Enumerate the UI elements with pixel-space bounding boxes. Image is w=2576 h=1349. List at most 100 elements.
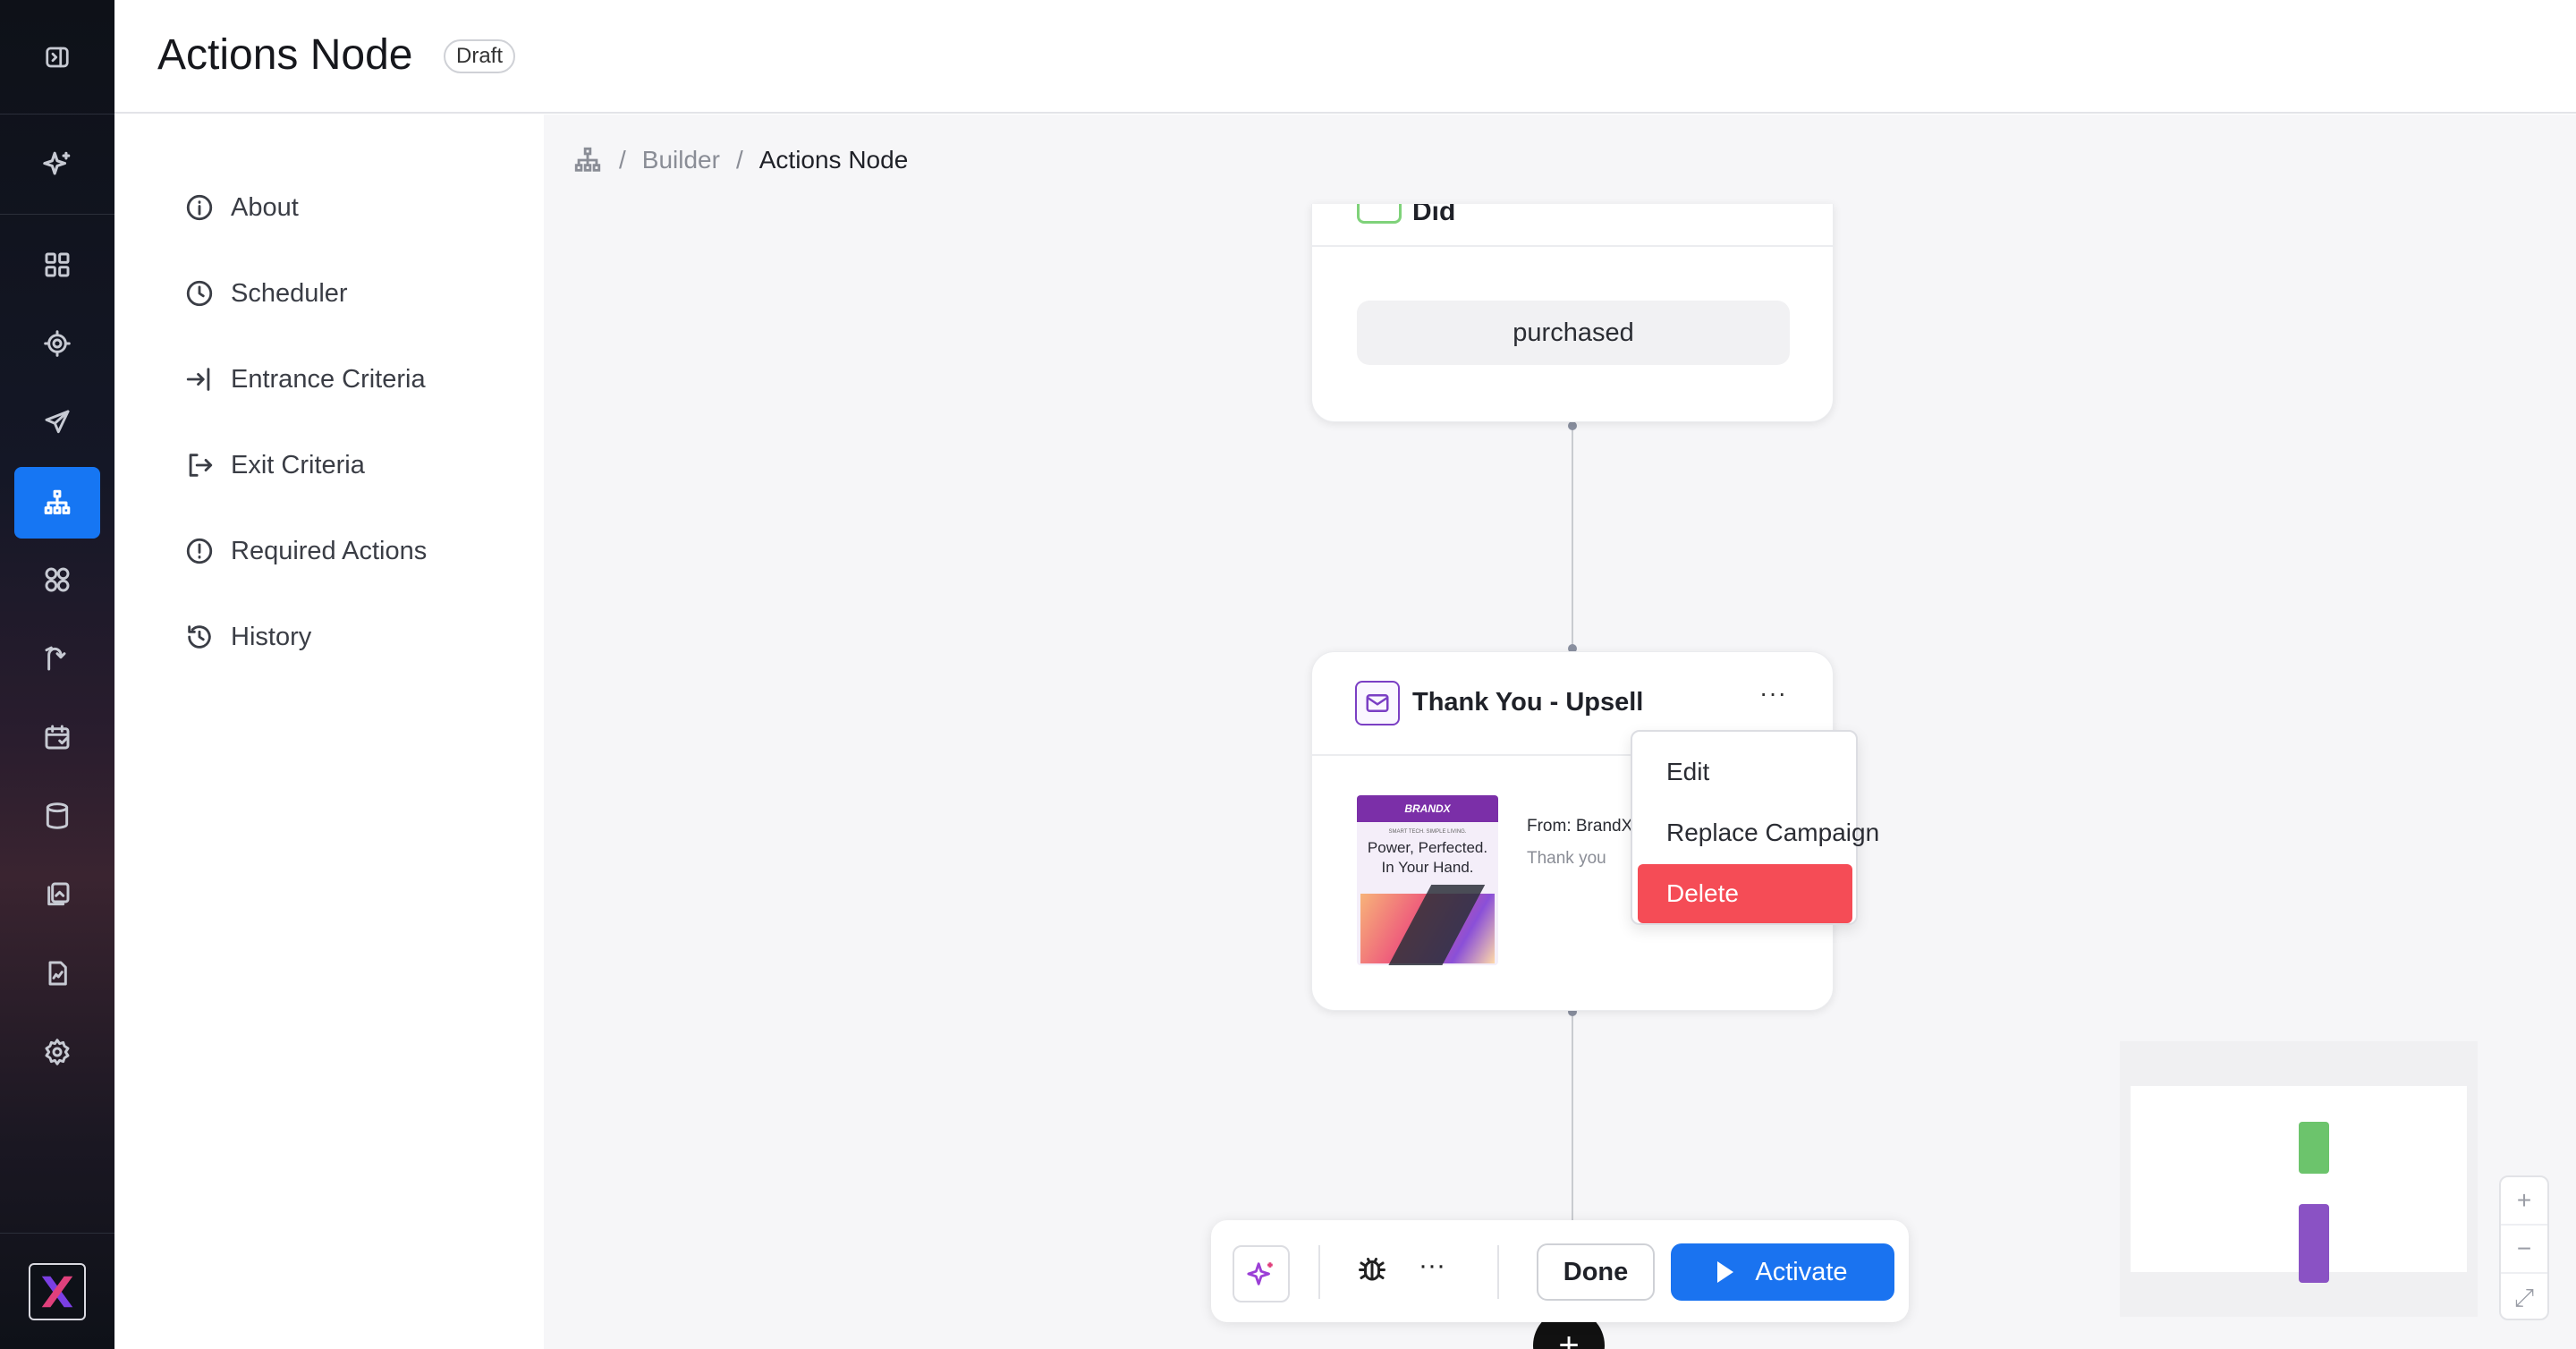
page-header: Actions Node Draft bbox=[114, 0, 2576, 114]
enter-icon bbox=[186, 368, 210, 391]
node-title: Thank You - Upsell bbox=[1412, 688, 1644, 717]
ai-sparkle-icon bbox=[43, 151, 71, 174]
settings-item-label: Entrance Criteria bbox=[231, 364, 426, 394]
segments-icon bbox=[45, 567, 70, 592]
workflow-icon bbox=[574, 147, 601, 172]
database-icon bbox=[46, 802, 69, 829]
edge-connector bbox=[1572, 1013, 1573, 1224]
minimap-node bbox=[2299, 1122, 2329, 1174]
nav-journeys[interactable] bbox=[14, 623, 100, 694]
minimap-viewport bbox=[2131, 1086, 2467, 1283]
thumbnail-headline-2: In Your Hand. bbox=[1381, 859, 1474, 876]
toolbar-divider bbox=[1497, 1245, 1499, 1299]
minimap-node bbox=[2299, 1204, 2329, 1283]
settings-item-scheduler[interactable]: Scheduler bbox=[184, 272, 348, 315]
product-image bbox=[1360, 894, 1495, 963]
settings-item-entrance-criteria[interactable]: Entrance Criteria bbox=[184, 358, 426, 401]
toolbar-divider bbox=[1318, 1245, 1320, 1299]
nav-segments[interactable] bbox=[14, 544, 100, 615]
send-icon bbox=[45, 410, 70, 434]
alert-icon bbox=[186, 538, 213, 564]
menu-item-replace-campaign[interactable]: Replace Campaign bbox=[1638, 803, 1879, 862]
email-from: From: BrandX bbox=[1527, 817, 1633, 836]
reports-icon bbox=[48, 961, 67, 986]
nav-assets[interactable] bbox=[14, 859, 100, 930]
settings-icon bbox=[45, 1039, 70, 1065]
nav-reports[interactable] bbox=[14, 938, 100, 1009]
settings-item-label: Required Actions bbox=[231, 536, 428, 565]
node-more-button[interactable]: ··· bbox=[1759, 679, 1787, 708]
zoom-out-button[interactable]: − bbox=[2501, 1226, 2547, 1274]
settings-item-label: About bbox=[231, 192, 299, 222]
node-header: Did bbox=[1312, 204, 1833, 247]
node-title: Did bbox=[1412, 204, 1456, 226]
nav-campaigns[interactable] bbox=[14, 386, 100, 458]
nav-settings[interactable] bbox=[14, 1016, 100, 1088]
settings-item-about[interactable]: About bbox=[184, 186, 299, 229]
assets-icon bbox=[47, 882, 70, 906]
more-options-button[interactable]: ··· bbox=[1419, 1251, 1445, 1281]
nav-targeting[interactable] bbox=[14, 308, 100, 379]
zoom-controls: + − ⤢ bbox=[2499, 1175, 2549, 1320]
dashboard-icon bbox=[45, 252, 70, 277]
edge-connector bbox=[1572, 426, 1573, 651]
nav-workflows[interactable] bbox=[14, 467, 100, 539]
journey-icon bbox=[45, 646, 66, 671]
nav-data[interactable] bbox=[14, 780, 100, 852]
thumbnail-brand: BRANDX bbox=[1357, 795, 1498, 822]
thumbnail-headline-1: Power, Perfected. bbox=[1367, 839, 1488, 856]
info-icon bbox=[186, 194, 213, 221]
breadcrumb-current: Actions Node bbox=[758, 146, 909, 174]
play-icon bbox=[1717, 1261, 1734, 1283]
mail-icon bbox=[1355, 681, 1400, 725]
minimap[interactable] bbox=[2120, 1041, 2478, 1317]
activate-label: Activate bbox=[1755, 1257, 1848, 1286]
node-context-menu: Edit Replace Campaign Delete bbox=[1631, 730, 1879, 925]
settings-item-label: History bbox=[231, 622, 312, 651]
ai-assistant-button[interactable] bbox=[1233, 1245, 1290, 1302]
breadcrumb-separator: / bbox=[619, 146, 626, 174]
workflow-icon bbox=[44, 489, 71, 514]
bottom-toolbar: ··· Done Activate bbox=[1211, 1220, 1909, 1322]
email-subject: Thank you bbox=[1527, 849, 1606, 868]
connection-port[interactable] bbox=[1568, 421, 1577, 430]
workflow-canvas[interactable]: / Builder / Actions Node Did purchased T… bbox=[544, 115, 2576, 1349]
email-preview-thumbnail[interactable]: BRANDX SMART TECH. SIMPLE LIVING. Power,… bbox=[1357, 795, 1498, 965]
clock-icon bbox=[186, 280, 213, 307]
ai-sparkle-icon bbox=[1247, 1262, 1273, 1285]
settings-item-history[interactable]: History bbox=[184, 615, 311, 658]
fit-view-button[interactable]: ⤢ bbox=[2501, 1274, 2547, 1322]
status-badge: Draft bbox=[444, 39, 516, 73]
menu-item-edit[interactable]: Edit bbox=[1638, 742, 1852, 802]
breadcrumb-separator: / bbox=[735, 146, 743, 174]
history-icon bbox=[188, 625, 211, 649]
target-icon bbox=[44, 330, 71, 357]
zoom-in-button[interactable]: + bbox=[2501, 1177, 2547, 1226]
menu-item-delete[interactable]: Delete bbox=[1638, 864, 1852, 923]
activate-button[interactable]: Activate bbox=[1671, 1243, 1894, 1301]
panel-toggle-icon bbox=[46, 47, 69, 67]
settings-sidebar: About Scheduler Entrance Criteria Exit C… bbox=[114, 115, 544, 1349]
settings-item-exit-criteria[interactable]: Exit Criteria bbox=[184, 444, 365, 487]
done-button[interactable]: Done bbox=[1537, 1243, 1655, 1301]
panel-toggle-button[interactable] bbox=[0, 0, 114, 115]
brand-logo bbox=[29, 1262, 86, 1320]
nav-dashboard[interactable] bbox=[14, 229, 100, 301]
ai-assistant-button[interactable] bbox=[0, 115, 114, 215]
settings-item-label: Scheduler bbox=[231, 278, 348, 308]
breadcrumb: / Builder / Actions Node bbox=[572, 145, 908, 175]
settings-item-required-actions[interactable]: Required Actions bbox=[184, 530, 427, 573]
condition-node[interactable]: Did purchased bbox=[1311, 204, 1834, 422]
app-rail bbox=[0, 0, 114, 1349]
page-title: Actions Node bbox=[157, 31, 413, 79]
exit-icon bbox=[189, 454, 213, 477]
condition-value: purchased bbox=[1357, 301, 1790, 365]
debug-button[interactable] bbox=[1356, 1252, 1388, 1289]
breadcrumb-builder-link[interactable]: Builder bbox=[642, 146, 720, 174]
bug-icon bbox=[1359, 1258, 1385, 1281]
condition-icon bbox=[1357, 204, 1402, 224]
settings-item-label: Exit Criteria bbox=[231, 450, 365, 479]
workspace-switcher[interactable] bbox=[0, 1233, 114, 1349]
nav-calendar[interactable] bbox=[14, 701, 100, 773]
thumbnail-tagline: SMART TECH. SIMPLE LIVING. bbox=[1388, 829, 1467, 835]
